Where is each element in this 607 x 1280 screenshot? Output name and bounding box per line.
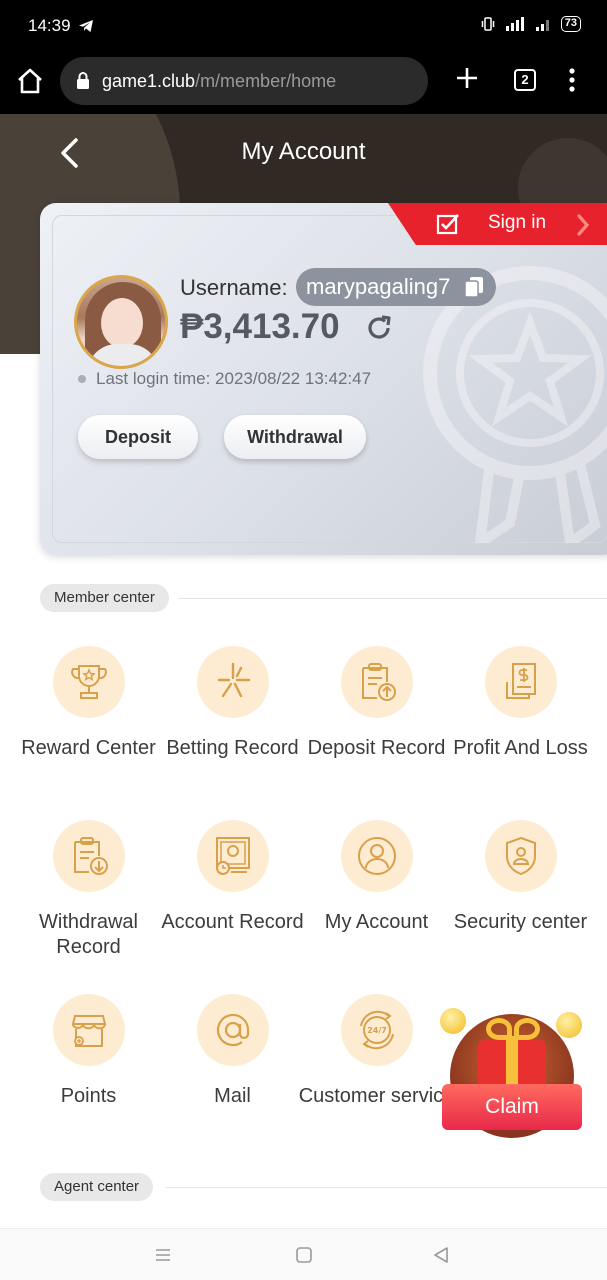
- icon-background: [485, 646, 557, 718]
- status-bar: 14:39 73: [0, 0, 607, 52]
- recent-apps-icon[interactable]: [153, 1245, 173, 1265]
- refresh-icon[interactable]: [364, 313, 394, 343]
- item-label: Account Record: [161, 911, 304, 933]
- icon-background: [197, 820, 269, 892]
- coin-icon: [440, 1008, 466, 1034]
- agent-center-label: Agent center: [40, 1173, 154, 1201]
- username-label: Username:: [180, 275, 288, 300]
- last-login-text: Last login time: 2023/08/22 13:42:47: [96, 369, 372, 388]
- coin-icon: [556, 1012, 582, 1038]
- balance-amount: ₱3,413.70: [180, 307, 340, 346]
- more-menu-icon[interactable]: [566, 67, 578, 93]
- svg-text:24/7: 24/7: [367, 1026, 387, 1035]
- page-title: My Account: [241, 138, 366, 165]
- browser-toolbar: game1.club/m/member/home 2: [0, 52, 607, 114]
- icon-background: [53, 820, 125, 892]
- icon-background: [341, 646, 413, 718]
- battery-icon: 73: [560, 16, 581, 32]
- gift-bow-left: [486, 1018, 512, 1040]
- avatar[interactable]: [74, 275, 168, 369]
- section-divider: [166, 1187, 607, 1188]
- claim-gift-widget[interactable]: Claim: [438, 1006, 586, 1142]
- item-label: Security center: [453, 911, 588, 933]
- gift-bow-right: [514, 1018, 540, 1040]
- account-record-icon: [216, 837, 250, 875]
- url-host: game1.club: [102, 71, 196, 91]
- item-label: Reward Center: [21, 737, 156, 759]
- item-label: Customer service: [298, 1085, 455, 1107]
- dollar-document-icon: [506, 663, 536, 699]
- item-label: Profit And Loss: [453, 737, 588, 759]
- section-divider: [178, 598, 607, 599]
- status-dot: [78, 375, 86, 383]
- back-nav-icon[interactable]: [431, 1245, 451, 1265]
- store-icon: [71, 1015, 107, 1047]
- user-icon: [358, 837, 396, 875]
- home-nav-icon[interactable]: [294, 1245, 314, 1265]
- checkbox-icon: [436, 214, 459, 235]
- icon-background: [53, 994, 125, 1066]
- status-indicators: 73: [481, 16, 581, 32]
- item-label: Deposit Record: [307, 737, 446, 759]
- sign-in-label[interactable]: Sign in: [488, 212, 546, 234]
- signal-icon-2: [535, 20, 549, 31]
- icon-background: [197, 646, 269, 718]
- icon-background: [53, 646, 125, 718]
- signal-icon: [505, 17, 524, 31]
- account-card: Sign in Username: marypagaling7 ₱3,413.7…: [40, 203, 607, 555]
- lock-icon: [77, 72, 89, 89]
- home-icon[interactable]: [16, 66, 44, 96]
- shield-user-icon: [506, 836, 536, 876]
- member-center-label: Member center: [40, 584, 169, 612]
- tab-switcher-button[interactable]: 2: [514, 69, 536, 91]
- avatar-face: [101, 298, 143, 348]
- username-pill: marypagaling7: [296, 268, 497, 306]
- telegram-icon: [79, 20, 93, 32]
- address-bar[interactable]: game1.club/m/member/home: [60, 57, 428, 105]
- chevron-right-icon: [577, 214, 590, 236]
- item-label: Withdrawal Record: [39, 911, 138, 958]
- at-icon: [216, 1013, 250, 1047]
- item-label: Mail: [214, 1085, 251, 1107]
- system-navigation-bar: [0, 1228, 607, 1280]
- item-label: Betting Record: [166, 737, 299, 759]
- deposit-button[interactable]: Deposit: [78, 415, 198, 459]
- icon-background: [485, 820, 557, 892]
- url-text: game1.club/m/member/home: [102, 71, 336, 92]
- item-label: My Account: [324, 911, 429, 933]
- vibrate-icon: [481, 17, 494, 31]
- clipboard-download-icon: [74, 837, 108, 875]
- item-label: Points: [60, 1085, 117, 1107]
- new-tab-icon[interactable]: [455, 66, 479, 90]
- withdrawal-button[interactable]: Withdrawal: [224, 415, 366, 459]
- claim-button[interactable]: Claim: [442, 1084, 582, 1130]
- trophy-icon: [71, 665, 107, 699]
- url-path: /m/member/home: [195, 71, 337, 91]
- username-value: marypagaling7: [306, 274, 451, 299]
- icon-background: [341, 820, 413, 892]
- copy-icon[interactable]: [464, 276, 484, 298]
- clipboard-upload-icon: [362, 663, 396, 701]
- sparkle-icon: [217, 662, 251, 698]
- icon-background: [197, 994, 269, 1066]
- status-time: 14:39: [28, 16, 71, 35]
- icon-background: 24/7: [341, 994, 413, 1066]
- 24-7-icon: 24/7: [360, 1010, 394, 1050]
